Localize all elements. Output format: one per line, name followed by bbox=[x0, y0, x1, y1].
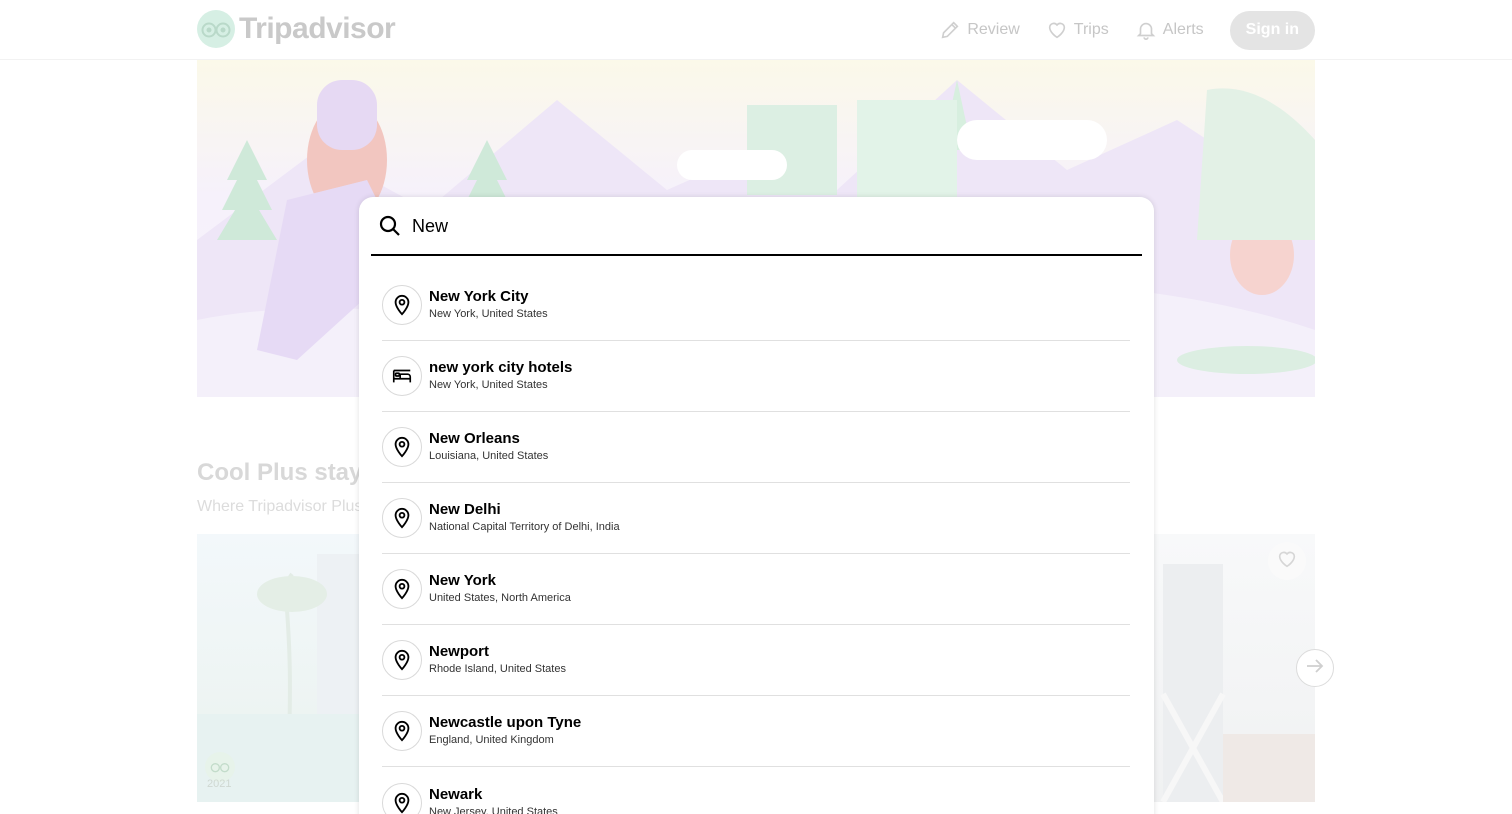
nav-trips[interactable]: Trips bbox=[1046, 19, 1109, 41]
result-subtitle: Louisiana, United States bbox=[429, 450, 549, 462]
result-text: Newport Rhode Island, United States bbox=[429, 643, 566, 677]
result-title: New York bbox=[429, 572, 496, 589]
search-result-item[interactable]: new york city hotels New York, United St… bbox=[382, 341, 1130, 412]
search-result-item[interactable]: Newark New Jersey, United States bbox=[382, 767, 1130, 814]
search-result-item[interactable]: New York United States, North America bbox=[382, 554, 1130, 625]
search-result-item[interactable]: New Delhi National Capital Territory of … bbox=[382, 483, 1130, 554]
map-pin-icon bbox=[382, 498, 422, 538]
result-title: Newark bbox=[429, 785, 483, 803]
result-text: Newcastle upon Tyne England, United King… bbox=[429, 714, 581, 748]
search-result-item[interactable]: New York City New York, United States bbox=[382, 270, 1130, 341]
search-input[interactable] bbox=[412, 209, 1112, 243]
map-pin-icon bbox=[382, 782, 422, 814]
map-pin-icon bbox=[382, 427, 422, 467]
search-result-item[interactable]: New Orleans Louisiana, United States bbox=[382, 412, 1130, 483]
heart-icon bbox=[1276, 548, 1298, 575]
result-subtitle: National Capital Territory of Delhi, Ind… bbox=[429, 521, 620, 533]
tripadvisor-logo[interactable]: Tripadvisor bbox=[197, 10, 396, 48]
bell-icon bbox=[1135, 19, 1157, 41]
search-results: New York City New York, United States ne… bbox=[382, 270, 1130, 814]
save-to-trip-button[interactable] bbox=[1268, 542, 1306, 580]
result-title: New York City bbox=[429, 288, 529, 305]
result-subtitle: England, United Kingdom bbox=[429, 734, 554, 746]
nav-alerts[interactable]: Alerts bbox=[1135, 19, 1204, 41]
result-title: New Delhi bbox=[429, 501, 501, 518]
nav-review-label: Review bbox=[967, 21, 1020, 38]
search-bar bbox=[371, 197, 1142, 256]
result-subtitle: New York, United States bbox=[429, 308, 548, 320]
search-icon bbox=[378, 214, 402, 243]
search-dropdown: New York City New York, United States ne… bbox=[359, 197, 1154, 814]
nav-review[interactable]: Review bbox=[939, 19, 1020, 41]
bed-icon bbox=[382, 356, 422, 396]
nav-trips-label: Trips bbox=[1073, 21, 1109, 38]
result-title: New Orleans bbox=[429, 430, 520, 447]
result-text: New York United States, North America bbox=[429, 572, 571, 606]
result-subtitle: New Jersey, United States bbox=[429, 805, 558, 814]
result-subtitle: United States, North America bbox=[429, 592, 571, 604]
map-pin-icon bbox=[382, 640, 422, 680]
result-text: New York City New York, United States bbox=[429, 288, 548, 322]
result-text: New Delhi National Capital Territory of … bbox=[429, 501, 620, 535]
map-pin-icon bbox=[382, 711, 422, 751]
result-title: Newport bbox=[429, 643, 489, 660]
award-year: 2021 bbox=[207, 778, 232, 790]
owl-logo-icon bbox=[197, 10, 235, 48]
carousel-next-button[interactable] bbox=[1296, 649, 1334, 687]
map-pin-icon bbox=[382, 569, 422, 609]
sign-in-button[interactable]: Sign in bbox=[1229, 10, 1315, 50]
result-text: New Orleans Louisiana, United States bbox=[429, 430, 548, 464]
result-title: new york city hotels bbox=[429, 359, 573, 376]
search-result-item[interactable]: Newcastle upon Tyne England, United King… bbox=[382, 696, 1130, 767]
result-text: new york city hotels New York, United St… bbox=[429, 359, 572, 393]
heart-icon bbox=[1046, 19, 1068, 41]
nav-alerts-label: Alerts bbox=[1162, 21, 1204, 38]
arrow-right-icon bbox=[1303, 654, 1327, 683]
section-title: Cool Plus stays bbox=[197, 459, 376, 486]
result-text: Newark New Jersey, United States bbox=[429, 786, 558, 814]
pencil-icon bbox=[939, 19, 961, 41]
result-subtitle: New York, United States bbox=[429, 379, 548, 391]
header-nav: Review Trips Alerts Sign in bbox=[939, 10, 1315, 50]
result-subtitle: Rhode Island, United States bbox=[429, 663, 566, 675]
section-subtitle: Where Tripadvisor Plus bbox=[197, 498, 363, 515]
result-title: Newcastle upon Tyne bbox=[429, 714, 582, 731]
map-pin-icon bbox=[382, 285, 422, 325]
site-header: Tripadvisor Review Trips Alerts Sign in bbox=[0, 0, 1512, 60]
logo-text: Tripadvisor bbox=[239, 12, 396, 45]
search-result-item[interactable]: Newport Rhode Island, United States bbox=[382, 625, 1130, 696]
